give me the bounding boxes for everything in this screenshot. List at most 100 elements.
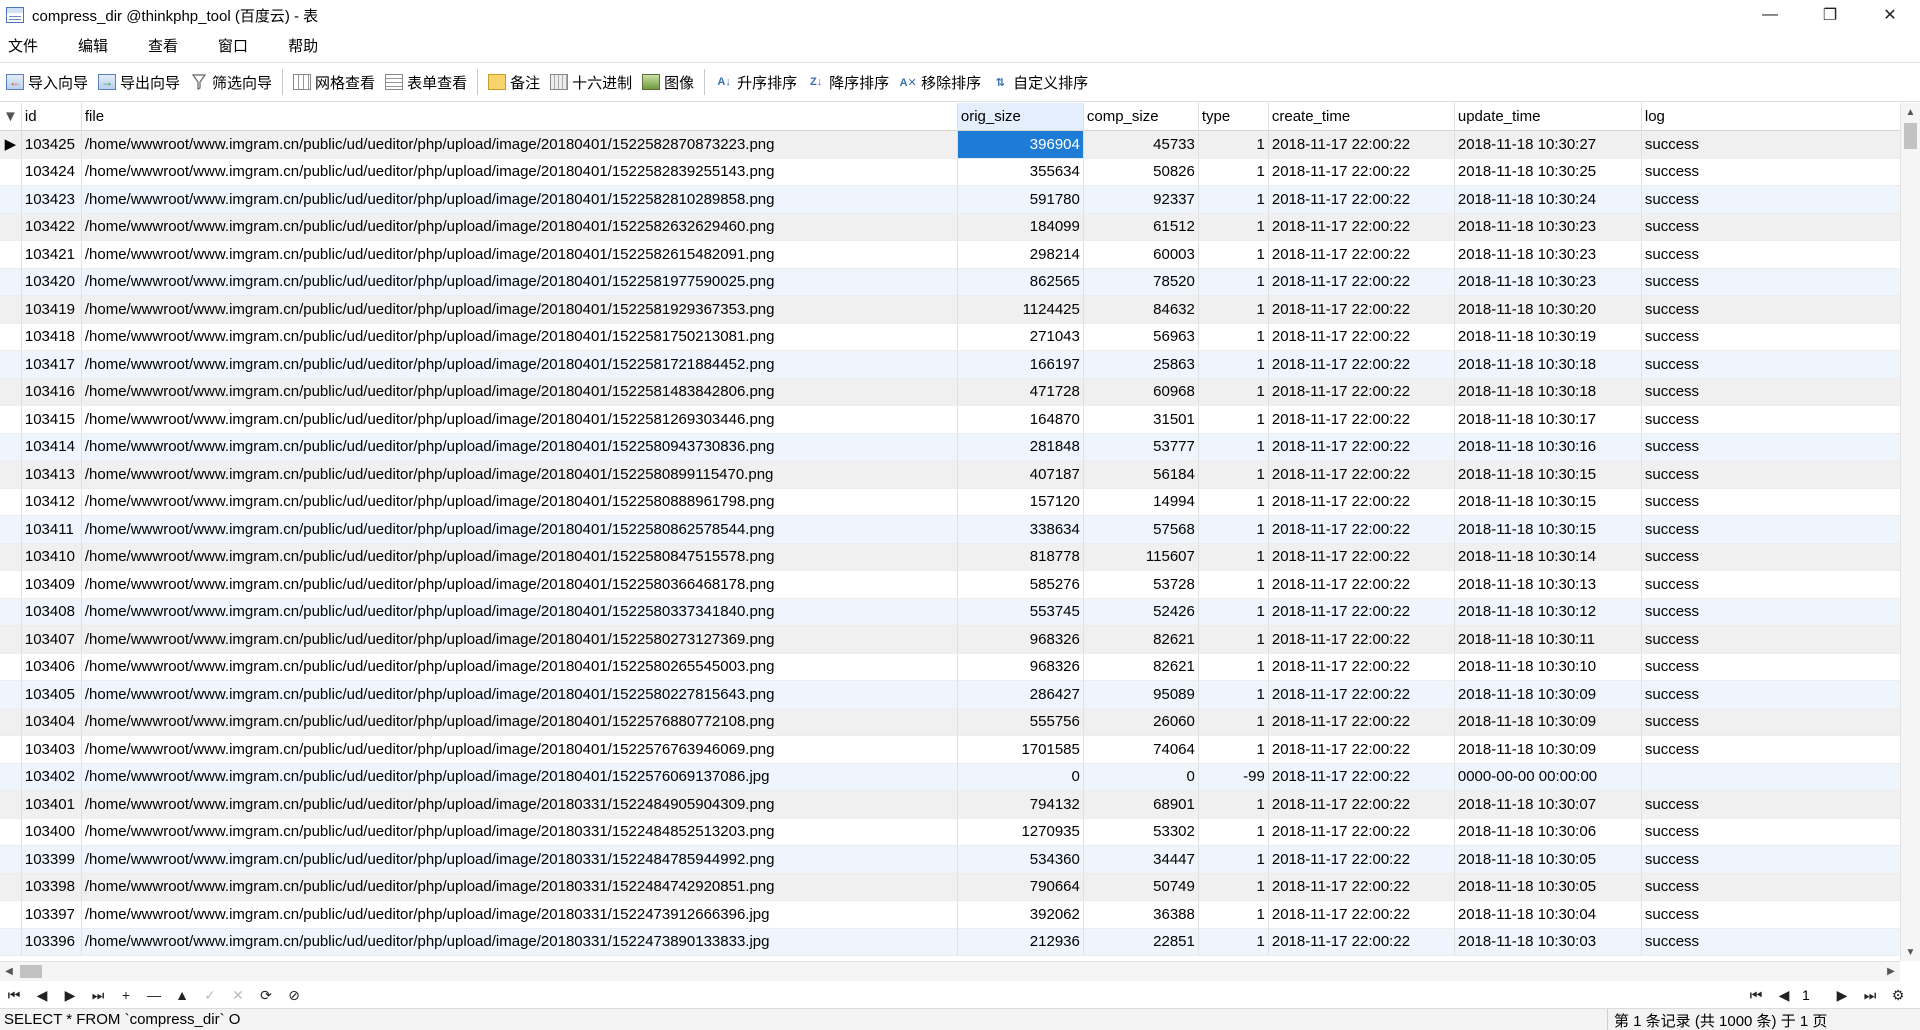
- cell-create-time[interactable]: 2018-11-17 22:00:22: [1268, 735, 1455, 764]
- row-indicator[interactable]: [0, 708, 22, 736]
- cell-update-time[interactable]: 2018-11-18 10:30:19: [1454, 323, 1642, 351]
- cell-orig-size[interactable]: 281848: [957, 433, 1084, 461]
- cell-create-time[interactable]: 2018-11-17 22:00:22: [1268, 185, 1455, 214]
- cell-id[interactable]: 103410: [21, 543, 82, 571]
- table-row[interactable]: 103421/home/wwwroot/www.imgram.cn/public…: [0, 240, 1904, 269]
- menu-edit[interactable]: 编辑: [78, 35, 108, 56]
- menu-file[interactable]: 文件: [8, 35, 38, 56]
- cell-file[interactable]: /home/wwwroot/www.imgram.cn/public/ud/ue…: [81, 625, 958, 654]
- cell-file[interactable]: /home/wwwroot/www.imgram.cn/public/ud/ue…: [81, 378, 958, 406]
- table-row[interactable]: 103419/home/wwwroot/www.imgram.cn/public…: [0, 295, 1904, 324]
- row-indicator[interactable]: ▶: [0, 130, 22, 159]
- cell-id[interactable]: 103403: [21, 735, 82, 764]
- table-row[interactable]: 103400/home/wwwroot/www.imgram.cn/public…: [0, 818, 1904, 846]
- table-row[interactable]: 103396/home/wwwroot/www.imgram.cn/public…: [0, 928, 1904, 956]
- cell-file[interactable]: /home/wwwroot/www.imgram.cn/public/ud/ue…: [81, 213, 958, 241]
- cell-create-time[interactable]: 2018-11-17 22:00:22: [1268, 158, 1455, 186]
- cell-update-time[interactable]: 2018-11-18 10:30:24: [1454, 185, 1642, 214]
- cell-orig-size[interactable]: 585276: [957, 570, 1084, 599]
- column-header-file[interactable]: file: [81, 103, 958, 131]
- cell-orig-size[interactable]: 794132: [957, 790, 1084, 819]
- cell-update-time[interactable]: 2018-11-18 10:30:18: [1454, 378, 1642, 406]
- cell-id[interactable]: 103423: [21, 185, 82, 214]
- cell-log[interactable]: success: [1641, 268, 1904, 296]
- cell-type[interactable]: 1: [1198, 625, 1269, 654]
- cell-update-time[interactable]: 2018-11-18 10:30:20: [1454, 295, 1642, 324]
- maximize-button[interactable]: ❐: [1800, 0, 1860, 30]
- table-row[interactable]: 103408/home/wwwroot/www.imgram.cn/public…: [0, 598, 1904, 626]
- cell-log[interactable]: success: [1641, 873, 1904, 901]
- cell-orig-size[interactable]: 790664: [957, 873, 1084, 901]
- cell-update-time[interactable]: 2018-11-18 10:30:15: [1454, 515, 1642, 544]
- scroll-left-icon[interactable]: ◀: [0, 962, 18, 981]
- cell-orig-size[interactable]: 164870: [957, 405, 1084, 434]
- cell-log[interactable]: success: [1641, 213, 1904, 241]
- table-row[interactable]: 103398/home/wwwroot/www.imgram.cn/public…: [0, 873, 1904, 901]
- cell-file[interactable]: /home/wwwroot/www.imgram.cn/public/ud/ue…: [81, 790, 958, 819]
- cell-log[interactable]: success: [1641, 378, 1904, 406]
- cell-log[interactable]: success: [1641, 570, 1904, 599]
- cell-comp-size[interactable]: 61512: [1083, 213, 1199, 241]
- cell-orig-size[interactable]: 534360: [957, 845, 1084, 874]
- cell-type[interactable]: 1: [1198, 350, 1269, 379]
- cell-type[interactable]: 1: [1198, 158, 1269, 186]
- column-header-update-time[interactable]: update_time: [1454, 103, 1642, 131]
- cell-create-time[interactable]: 2018-11-17 22:00:22: [1268, 625, 1455, 654]
- row-indicator[interactable]: [0, 405, 22, 434]
- cell-type[interactable]: 1: [1198, 653, 1269, 681]
- cell-update-time[interactable]: 2018-11-18 10:30:13: [1454, 570, 1642, 599]
- filter-wizard-button[interactable]: 筛选向导: [190, 67, 272, 97]
- column-header-create-time[interactable]: create_time: [1268, 103, 1455, 131]
- row-indicator[interactable]: [0, 213, 22, 241]
- cell-update-time[interactable]: 2018-11-18 10:30:25: [1454, 158, 1642, 186]
- cell-type[interactable]: 1: [1198, 735, 1269, 764]
- cell-create-time[interactable]: 2018-11-17 22:00:22: [1268, 323, 1455, 351]
- cell-id[interactable]: 103396: [21, 928, 82, 956]
- cell-create-time[interactable]: 2018-11-17 22:00:22: [1268, 653, 1455, 681]
- custom-sort-button[interactable]: ⇅ 自定义排序: [991, 67, 1089, 97]
- cell-id[interactable]: 103405: [21, 680, 82, 709]
- row-indicator[interactable]: [0, 433, 22, 461]
- cell-orig-size[interactable]: 862565: [957, 268, 1084, 296]
- cell-type[interactable]: 1: [1198, 543, 1269, 571]
- cell-comp-size[interactable]: 56184: [1083, 460, 1199, 489]
- cell-log[interactable]: success: [1641, 323, 1904, 351]
- cell-comp-size[interactable]: 14994: [1083, 488, 1199, 516]
- cell-type[interactable]: 1: [1198, 598, 1269, 626]
- row-indicator[interactable]: [0, 158, 22, 186]
- cell-orig-size[interactable]: 298214: [957, 240, 1084, 269]
- discard-icon[interactable]: ✕: [224, 984, 252, 1006]
- row-indicator[interactable]: [0, 900, 22, 929]
- cell-orig-size[interactable]: 392062: [957, 900, 1084, 929]
- cell-update-time[interactable]: 2018-11-18 10:30:11: [1454, 625, 1642, 654]
- cell-file[interactable]: /home/wwwroot/www.imgram.cn/public/ud/ue…: [81, 735, 958, 764]
- cell-file[interactable]: /home/wwwroot/www.imgram.cn/public/ud/ue…: [81, 818, 958, 846]
- row-indicator[interactable]: [0, 185, 22, 214]
- cell-file[interactable]: /home/wwwroot/www.imgram.cn/public/ud/ue…: [81, 405, 958, 434]
- cell-id[interactable]: 103414: [21, 433, 82, 461]
- grid-view-button[interactable]: 网格查看: [293, 67, 375, 97]
- cell-create-time[interactable]: 2018-11-17 22:00:22: [1268, 488, 1455, 516]
- cell-update-time[interactable]: 2018-11-18 10:30:10: [1454, 653, 1642, 681]
- cell-file[interactable]: /home/wwwroot/www.imgram.cn/public/ud/ue…: [81, 708, 958, 736]
- cell-type[interactable]: 1: [1198, 405, 1269, 434]
- table-row[interactable]: 103412/home/wwwroot/www.imgram.cn/public…: [0, 488, 1904, 516]
- cell-file[interactable]: /home/wwwroot/www.imgram.cn/public/ud/ue…: [81, 570, 958, 599]
- table-row[interactable]: 103411/home/wwwroot/www.imgram.cn/public…: [0, 515, 1904, 544]
- cell-update-time[interactable]: 2018-11-18 10:30:05: [1454, 845, 1642, 874]
- cell-comp-size[interactable]: 53777: [1083, 433, 1199, 461]
- cell-id[interactable]: 103412: [21, 488, 82, 516]
- column-header-id[interactable]: id: [21, 103, 82, 131]
- row-indicator[interactable]: [0, 295, 22, 324]
- last-page-icon[interactable]: ⏭: [1856, 984, 1884, 1006]
- stop-icon[interactable]: ⊘: [280, 984, 308, 1006]
- cell-update-time[interactable]: 2018-11-18 10:30:23: [1454, 268, 1642, 296]
- cell-comp-size[interactable]: 36388: [1083, 900, 1199, 929]
- vertical-scroll-thumb[interactable]: [1904, 123, 1917, 149]
- cell-orig-size[interactable]: 212936: [957, 928, 1084, 956]
- cell-file[interactable]: /home/wwwroot/www.imgram.cn/public/ud/ue…: [81, 763, 958, 791]
- row-indicator[interactable]: [0, 570, 22, 599]
- cell-orig-size[interactable]: 553745: [957, 598, 1084, 626]
- cell-create-time[interactable]: 2018-11-17 22:00:22: [1268, 900, 1455, 929]
- row-indicator[interactable]: [0, 598, 22, 626]
